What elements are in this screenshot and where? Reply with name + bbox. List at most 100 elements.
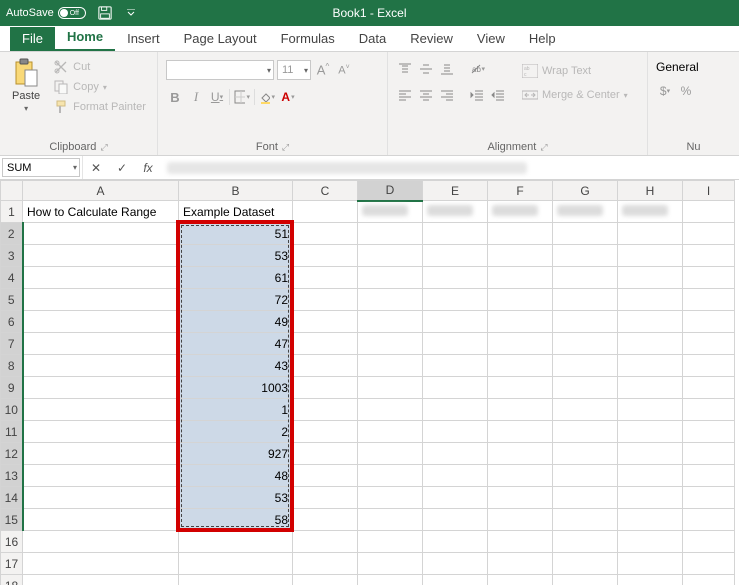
cell-B2[interactable]: 51	[179, 223, 293, 245]
orientation-button[interactable]: ab▾	[468, 60, 486, 78]
cell-I1[interactable]	[683, 201, 735, 223]
dialog-launcher-icon[interactable]: ⤢	[540, 142, 547, 153]
cell-C8[interactable]	[293, 355, 358, 377]
col-header-A[interactable]: A	[23, 181, 179, 201]
cell-I13[interactable]	[683, 465, 735, 487]
dialog-launcher-icon[interactable]: ⤢	[100, 142, 107, 153]
cell-B9[interactable]: 1003	[179, 377, 293, 399]
cell-D4[interactable]	[358, 267, 423, 289]
row-header-8[interactable]: 8	[1, 355, 23, 377]
cell-E5[interactable]	[423, 289, 488, 311]
cell-I2[interactable]	[683, 223, 735, 245]
row-header-11[interactable]: 11	[1, 421, 23, 443]
row-header-18[interactable]: 18	[1, 575, 23, 585]
underline-button[interactable]: U▾	[208, 88, 226, 106]
cell-E12[interactable]	[423, 443, 488, 465]
cell-B1[interactable]: Example Dataset	[179, 201, 293, 223]
cell-D11[interactable]	[358, 421, 423, 443]
cell-F6[interactable]	[488, 311, 553, 333]
cell-E10[interactable]	[423, 399, 488, 421]
cell-F3[interactable]	[488, 245, 553, 267]
cell-E4[interactable]	[423, 267, 488, 289]
cell-H4[interactable]	[618, 267, 683, 289]
dialog-launcher-icon[interactable]: ⤢	[282, 142, 289, 153]
cell-G8[interactable]	[553, 355, 618, 377]
cell-C18[interactable]	[293, 575, 358, 585]
row-header-10[interactable]: 10	[1, 399, 23, 421]
row-header-4[interactable]: 4	[1, 267, 23, 289]
cell-B15[interactable]: 58	[179, 509, 293, 531]
tab-view[interactable]: View	[465, 27, 517, 51]
col-header-H[interactable]: H	[618, 181, 683, 201]
row-header-2[interactable]: 2	[1, 223, 23, 245]
qat-dropdown-icon[interactable]	[120, 2, 142, 24]
cell-A5[interactable]	[23, 289, 179, 311]
cell-G4[interactable]	[553, 267, 618, 289]
cell-D17[interactable]	[358, 553, 423, 575]
cell-A3[interactable]	[23, 245, 179, 267]
copy-button[interactable]: Copy ▾	[50, 78, 149, 96]
cell-H9[interactable]	[618, 377, 683, 399]
cell-A17[interactable]	[23, 553, 179, 575]
cell-C13[interactable]	[293, 465, 358, 487]
cell-H15[interactable]	[618, 509, 683, 531]
cell-A12[interactable]	[23, 443, 179, 465]
cell-C1[interactable]	[293, 201, 358, 223]
row-header-16[interactable]: 16	[1, 531, 23, 553]
cell-C16[interactable]	[293, 531, 358, 553]
cell-E13[interactable]	[423, 465, 488, 487]
cell-F4[interactable]	[488, 267, 553, 289]
cell-F2[interactable]	[488, 223, 553, 245]
tab-page-layout[interactable]: Page Layout	[172, 27, 269, 51]
align-top-button[interactable]	[396, 60, 414, 78]
cell-A8[interactable]	[23, 355, 179, 377]
formula-input[interactable]	[161, 156, 739, 179]
font-color-button[interactable]: A▾	[279, 88, 297, 106]
cell-E8[interactable]	[423, 355, 488, 377]
align-middle-button[interactable]	[417, 60, 435, 78]
cell-H6[interactable]	[618, 311, 683, 333]
font-name-select[interactable]: ▾	[166, 60, 274, 80]
cell-C5[interactable]	[293, 289, 358, 311]
cell-C10[interactable]	[293, 399, 358, 421]
increase-font-button[interactable]: A^	[314, 61, 332, 79]
cell-D6[interactable]	[358, 311, 423, 333]
cell-I3[interactable]	[683, 245, 735, 267]
cell-G3[interactable]	[553, 245, 618, 267]
cell-D16[interactable]	[358, 531, 423, 553]
cell-I11[interactable]	[683, 421, 735, 443]
col-header-F[interactable]: F	[488, 181, 553, 201]
cell-F9[interactable]	[488, 377, 553, 399]
worksheet-grid[interactable]: ABCDEFGHI1How to Calculate RangeExample …	[0, 180, 739, 585]
cell-F16[interactable]	[488, 531, 553, 553]
cell-C9[interactable]	[293, 377, 358, 399]
cell-C4[interactable]	[293, 267, 358, 289]
percent-button[interactable]: %	[677, 82, 695, 100]
cell-B12[interactable]: 927	[179, 443, 293, 465]
cell-H3[interactable]	[618, 245, 683, 267]
align-left-button[interactable]	[396, 86, 414, 104]
cell-I15[interactable]	[683, 509, 735, 531]
row-header-12[interactable]: 12	[1, 443, 23, 465]
cell-G14[interactable]	[553, 487, 618, 509]
cell-A15[interactable]	[23, 509, 179, 531]
cell-C15[interactable]	[293, 509, 358, 531]
decrease-font-button[interactable]: A˅	[335, 61, 353, 79]
cell-A7[interactable]	[23, 333, 179, 355]
cell-H11[interactable]	[618, 421, 683, 443]
paste-button[interactable]: Paste ▾	[8, 56, 44, 115]
row-header-9[interactable]: 9	[1, 377, 23, 399]
fill-color-button[interactable]: ▾	[258, 88, 276, 106]
cell-E9[interactable]	[423, 377, 488, 399]
cell-D14[interactable]	[358, 487, 423, 509]
cell-H12[interactable]	[618, 443, 683, 465]
cell-F1[interactable]	[488, 201, 553, 223]
align-right-button[interactable]	[438, 86, 456, 104]
tab-insert[interactable]: Insert	[115, 27, 172, 51]
cell-C7[interactable]	[293, 333, 358, 355]
tab-review[interactable]: Review	[398, 27, 465, 51]
cell-B5[interactable]: 72	[179, 289, 293, 311]
tab-data[interactable]: Data	[347, 27, 398, 51]
cell-H5[interactable]	[618, 289, 683, 311]
cell-D12[interactable]	[358, 443, 423, 465]
